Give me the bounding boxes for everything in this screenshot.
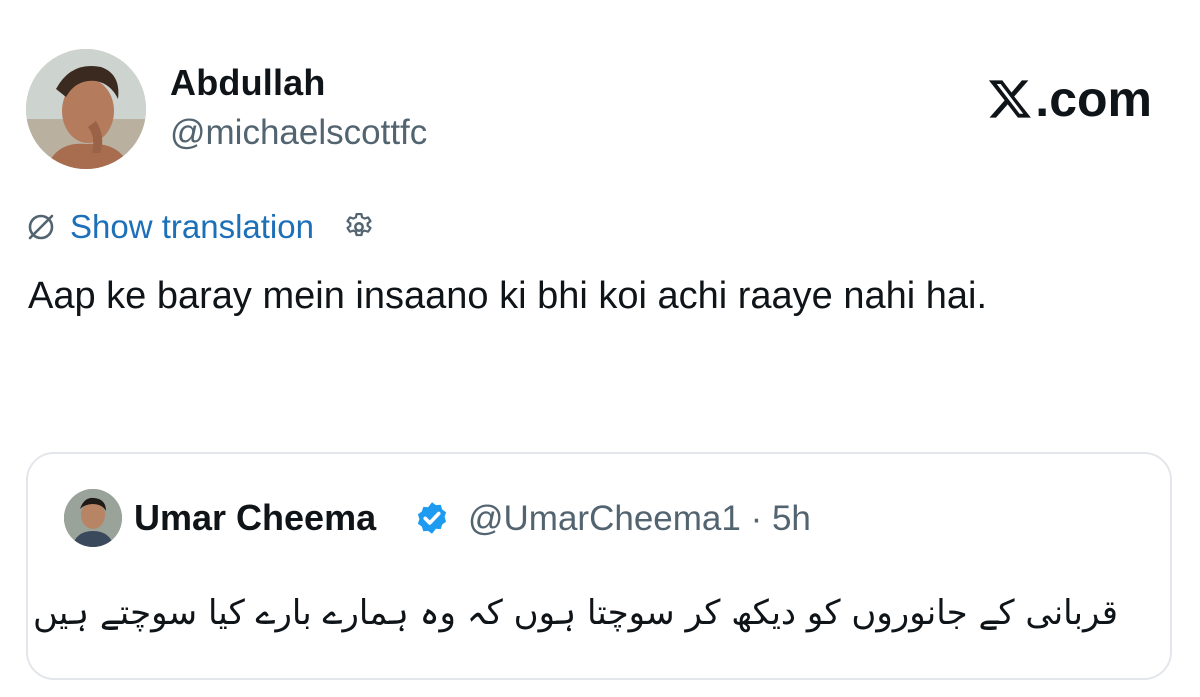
- translation-row: Show translation: [26, 206, 376, 248]
- author-avatar-image: [26, 49, 146, 169]
- quoted-tweet-card[interactable]: Umar Cheema @UmarCheema1 · 5h قربانی کے …: [26, 452, 1172, 680]
- quoted-author-handle[interactable]: @UmarCheema1: [468, 499, 741, 538]
- gear-icon[interactable]: [342, 210, 376, 244]
- quoted-author-name[interactable]: Umar Cheema: [134, 497, 376, 539]
- x-logo-icon: [989, 80, 1032, 118]
- quoted-avatar-image: [64, 489, 122, 547]
- author-avatar[interactable]: [26, 49, 146, 169]
- brand-label: .com: [1035, 71, 1152, 127]
- globe-slash-icon: [28, 214, 54, 240]
- brand-watermark: .com: [987, 70, 1152, 128]
- tweet-text: Aap ke baray mein insaano ki bhi koi ach…: [28, 275, 988, 317]
- author-name[interactable]: Abdullah: [170, 62, 326, 104]
- quoted-timestamp[interactable]: 5h: [772, 499, 811, 538]
- author-handle[interactable]: @michaelscottfc: [170, 113, 427, 153]
- verified-badge-icon: [417, 502, 447, 534]
- quoted-tweet-text: قربانی کے جانوروں کو دیکھ کر سوچتا ہوں ک…: [33, 593, 1118, 633]
- quoted-meta: @UmarCheema1 · 5h: [468, 499, 811, 539]
- meta-separator: ·: [750, 499, 763, 538]
- show-translation-link[interactable]: Show translation: [70, 208, 314, 246]
- quoted-author-avatar[interactable]: [64, 489, 122, 547]
